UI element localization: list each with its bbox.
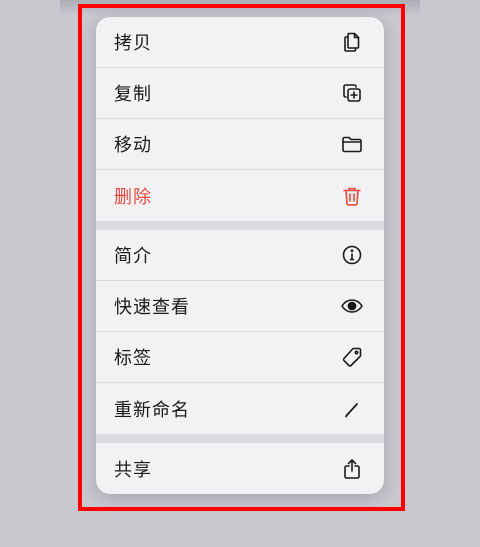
highlight-frame (78, 4, 405, 511)
